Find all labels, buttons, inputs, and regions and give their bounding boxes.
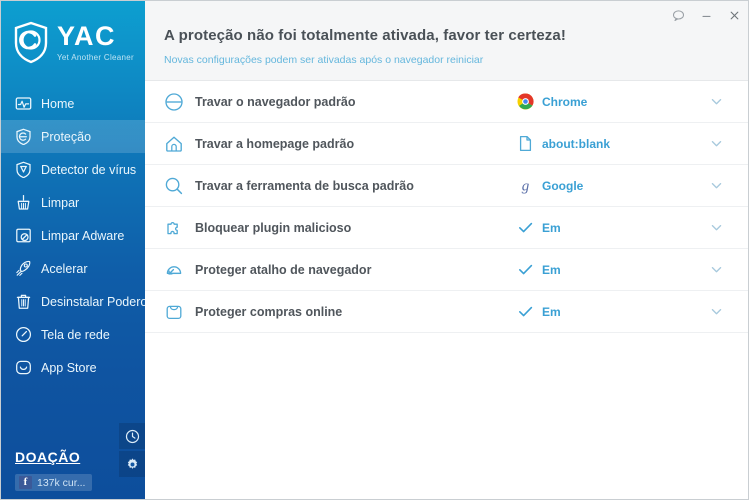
virus-shield-icon <box>15 161 32 179</box>
sidebar-item-detector-de-virus[interactable]: Detector de vírus <box>1 153 145 186</box>
sidebar-item-label: Detector de vírus <box>41 162 137 177</box>
row-label: Travar a ferramenta de busca padrão <box>195 178 414 193</box>
puzzle-icon <box>164 218 184 238</box>
sidebar-item-protecao[interactable]: Proteção <box>1 120 145 153</box>
broom-icon <box>15 194 32 211</box>
check-icon <box>517 303 534 320</box>
row-value-label: Em <box>542 262 561 277</box>
row-value[interactable]: Chrome <box>517 93 702 110</box>
table-row[interactable]: Travar a ferramenta de busca padrão g Go… <box>145 165 748 207</box>
speech-bubble-icon <box>672 9 685 22</box>
check-icon <box>517 261 534 278</box>
shield-c-logo-icon <box>12 21 50 64</box>
facebook-badge[interactable]: f 137k cur... <box>15 474 93 491</box>
sidebar-item-label: Tela de rede <box>41 327 110 342</box>
row-value-label: Chrome <box>542 94 588 109</box>
svg-text:g: g <box>522 179 530 194</box>
minimize-button[interactable] <box>692 2 720 28</box>
feedback-button[interactable] <box>664 2 692 28</box>
adware-block-icon <box>15 227 32 244</box>
close-icon <box>728 9 741 22</box>
sidebar-item-acelerar[interactable]: Acelerar <box>1 252 145 285</box>
sidebar-item-label: Proteção <box>41 129 92 144</box>
chrome-icon <box>517 93 534 110</box>
sidebar-item-label: Acelerar <box>41 261 88 276</box>
app-tagline: Yet Another Cleaner <box>56 52 134 62</box>
facebook-icon: f <box>19 476 32 489</box>
sidebar-item-limpar-adware[interactable]: Limpar Adware <box>1 219 145 252</box>
row-value[interactable]: Em <box>517 261 702 278</box>
chevron-down-icon[interactable] <box>702 221 730 234</box>
page-subtitle: Novas configurações podem ser ativadas a… <box>164 54 484 66</box>
table-row[interactable]: Travar a homepage padrão about:blank <box>145 123 748 165</box>
clock-icon <box>125 429 140 444</box>
sidebar-item-label: Desinstalar Poderosa <box>41 294 161 309</box>
header-bar: A proteção não foi totalmente ativada, f… <box>145 1 748 81</box>
chevron-down-icon[interactable] <box>702 95 730 108</box>
gauge-icon <box>15 326 32 343</box>
document-icon <box>517 135 534 152</box>
shortcut-icon <box>164 260 184 280</box>
app-logo: YAC Yet Another Cleaner <box>1 1 145 79</box>
sidebar-item-limpar[interactable]: Limpar <box>1 186 145 219</box>
row-value-label: about:blank <box>542 136 610 151</box>
sidebar-item-tela-de-rede[interactable]: Tela de rede <box>1 318 145 351</box>
gear-icon <box>125 457 140 472</box>
sidebar-item-label: Home <box>41 96 75 111</box>
sidebar-item-home[interactable]: Home <box>1 87 145 120</box>
table-row[interactable]: Proteger atalho de navegador Em <box>145 249 748 291</box>
sidebar-item-app-store[interactable]: App Store <box>1 351 145 384</box>
row-value-label: Google <box>542 178 584 193</box>
row-label: Travar a homepage padrão <box>195 136 355 151</box>
chevron-down-icon[interactable] <box>702 305 730 318</box>
sidebar: YAC Yet Another Cleaner Home Proteção De… <box>1 1 161 499</box>
row-value[interactable]: Em <box>517 303 702 320</box>
row-label: Proteger compras online <box>195 304 343 319</box>
table-row[interactable]: Bloquear plugin malicioso Em <box>145 207 748 249</box>
protection-settings-list: Travar o navegador padrão Chrome Travar … <box>145 81 748 499</box>
minimize-icon <box>700 9 713 22</box>
row-label: Bloquear plugin malicioso <box>195 220 352 235</box>
chevron-down-icon[interactable] <box>702 179 730 192</box>
search-icon <box>164 176 184 196</box>
sidebar-item-label: Limpar Adware <box>41 228 125 243</box>
page-title: A proteção não foi totalmente ativada, f… <box>164 27 566 44</box>
row-value-label: Em <box>542 304 561 319</box>
table-row[interactable]: Travar o navegador padrão Chrome <box>145 81 748 123</box>
row-label: Proteger atalho de navegador <box>195 262 372 277</box>
settings-button[interactable] <box>119 451 145 477</box>
app-title: YAC <box>56 20 117 51</box>
row-value[interactable]: g Google <box>517 177 702 195</box>
history-clock-button[interactable] <box>119 423 145 449</box>
facebook-likes-label: 137k cur... <box>37 476 86 489</box>
close-button[interactable] <box>720 2 748 28</box>
chevron-down-icon[interactable] <box>702 263 730 276</box>
browser-lock-icon <box>164 92 184 112</box>
sidebar-item-label: App Store <box>41 360 97 375</box>
check-icon <box>517 219 534 236</box>
table-row[interactable]: Proteger compras online Em <box>145 291 748 333</box>
main-panel: A proteção não foi totalmente ativada, f… <box>145 1 748 499</box>
home-icon <box>164 134 184 154</box>
row-value[interactable]: Em <box>517 219 702 236</box>
row-value-label: Em <box>542 220 561 235</box>
yac-window: YAC Yet Another Cleaner Home Proteção De… <box>0 0 749 500</box>
google-icon: g <box>517 177 534 195</box>
chevron-down-icon[interactable] <box>702 137 730 150</box>
sidebar-item-label: Limpar <box>41 195 80 210</box>
window-controls <box>664 1 748 29</box>
row-label: Travar o navegador padrão <box>195 94 356 109</box>
sidebar-item-desinstalar-poderosa[interactable]: Desinstalar Poderosa <box>1 285 161 318</box>
donate-link[interactable]: DOAÇÃO <box>15 449 80 465</box>
shield-icon <box>15 128 32 146</box>
rocket-icon <box>15 260 32 277</box>
shopping-bag-icon <box>164 302 184 322</box>
row-value[interactable]: about:blank <box>517 135 702 152</box>
trash-icon <box>15 293 32 310</box>
activity-monitor-icon <box>15 95 32 112</box>
sidebar-nav: Home Proteção Detector de vírus Limpar L… <box>1 87 161 384</box>
smile-bag-icon <box>15 359 32 376</box>
sidebar-tool-buttons <box>119 421 145 477</box>
